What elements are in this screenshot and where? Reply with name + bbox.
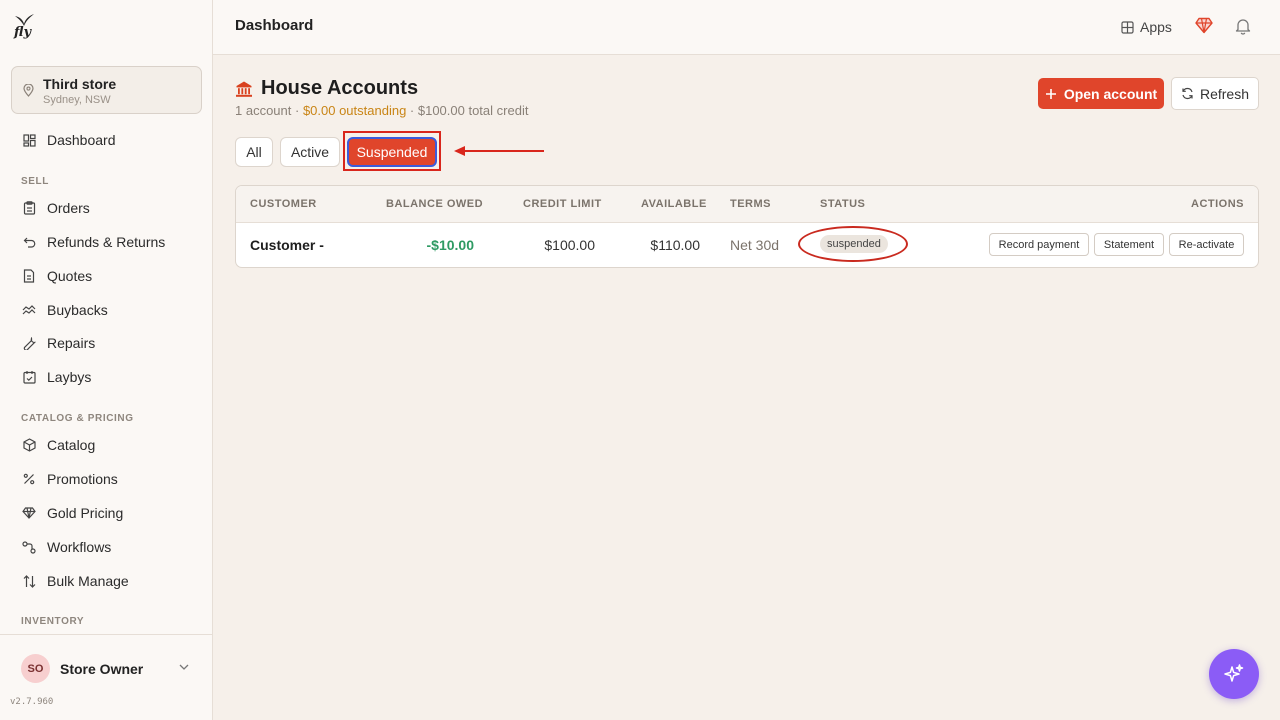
promotions-icon <box>22 472 36 486</box>
sidebar-item-catalog[interactable]: Catalog <box>11 430 202 460</box>
annotation-arrow <box>454 146 544 156</box>
table-header: CUSTOMER BALANCE OWED CREDIT LIMIT AVAIL… <box>236 186 1258 223</box>
sidebar-item-gold-pricing[interactable]: Gold Pricing <box>11 498 202 528</box>
sidebar-item-laybys[interactable]: Laybys <box>11 362 202 392</box>
dashboard-icon <box>22 133 36 147</box>
outstanding-total: $0.00 outstanding <box>302 103 407 118</box>
column-header-actions: ACTIONS <box>1191 198 1244 210</box>
cell-customer: Customer - <box>250 237 324 253</box>
user-menu[interactable]: SO Store Owner v2.7.960 <box>0 634 213 720</box>
logo-text: fly <box>14 25 32 40</box>
sidebar-item-label: Refunds & Returns <box>47 234 166 250</box>
open-account-button[interactable]: Open account <box>1038 78 1164 109</box>
avatar: SO <box>21 654 50 683</box>
sidebar: fly Third store Sydney, NSW Dashboard SE… <box>0 0 213 720</box>
buybacks-icon <box>22 303 36 317</box>
laybys-icon <box>22 370 36 384</box>
orders-icon <box>22 201 36 215</box>
sidebar-item-label: Buybacks <box>47 302 108 318</box>
cell-credit-limit: $100.00 <box>544 237 595 253</box>
sidebar-item-label: Promotions <box>47 471 118 487</box>
page-title: House Accounts <box>261 77 419 99</box>
apps-button[interactable]: Apps <box>1121 15 1172 39</box>
store-name: Third store <box>43 76 117 92</box>
gem-icon[interactable] <box>1195 17 1213 34</box>
column-header-credit-limit: CREDIT LIMIT <box>523 198 602 210</box>
column-header-customer: CUSTOMER <box>250 198 317 210</box>
ai-assistant-button[interactable] <box>1209 649 1259 699</box>
repairs-icon <box>22 336 36 350</box>
plus-icon <box>1045 88 1056 99</box>
cell-terms: Net 30d <box>730 237 780 253</box>
sidebar-item-buybacks[interactable]: Buybacks <box>11 295 202 325</box>
apps-icon <box>1121 20 1134 34</box>
sidebar-item-dashboard[interactable]: Dashboard <box>11 125 202 155</box>
column-header-available: AVAILABLE <box>641 198 707 210</box>
sidebar-item-promotions[interactable]: Promotions <box>11 464 202 494</box>
column-header-terms: TERMS <box>730 198 771 210</box>
sidebar-item-bulk-manage[interactable]: Bulk Manage <box>11 566 202 596</box>
store-selector[interactable]: Third store Sydney, NSW <box>11 66 202 114</box>
sidebar-item-workflows[interactable]: Workflows <box>11 532 202 562</box>
chevron-down-icon <box>179 664 189 670</box>
refresh-label: Refresh <box>1199 85 1250 102</box>
sidebar-item-label: Workflows <box>47 539 112 555</box>
section-label-sell: SELL <box>21 176 49 187</box>
quotes-icon <box>22 269 36 283</box>
section-label-inventory: INVENTORY <box>21 616 85 627</box>
header-title: Dashboard <box>235 17 314 34</box>
sidebar-item-quotes[interactable]: Quotes <box>11 261 202 291</box>
refresh-button[interactable]: Refresh <box>1171 77 1259 110</box>
statement-button[interactable]: Statement <box>1094 233 1164 256</box>
page-subtitle: 1 account · $0.00 outstanding · $100.00 … <box>235 103 528 118</box>
sidebar-item-label: Laybys <box>47 369 92 385</box>
filter-active[interactable]: Active <box>280 137 340 167</box>
catalog-icon <box>22 438 36 452</box>
gold-pricing-icon <box>22 506 36 520</box>
store-pin-icon <box>23 84 34 97</box>
sidebar-item-orders[interactable]: Orders <box>11 193 202 223</box>
user-name: Store Owner <box>60 661 144 677</box>
column-header-status: STATUS <box>820 198 866 210</box>
column-header-balance-owed: BALANCE OWED <box>386 198 484 210</box>
credit-total: · $100.00 total credit <box>406 103 529 118</box>
reactivate-button[interactable]: Re-activate <box>1169 233 1244 256</box>
top-header: Dashboard Apps <box>213 0 1280 55</box>
refunds-icon <box>22 235 36 249</box>
apps-label: Apps <box>1140 19 1172 35</box>
annotation-highlight-box <box>343 131 441 171</box>
refresh-icon <box>1182 87 1193 100</box>
store-location: Sydney, NSW <box>43 94 111 106</box>
bank-icon <box>236 81 252 97</box>
sidebar-item-label: Catalog <box>47 437 96 453</box>
section-label-catalog-pricing: CATALOG & PRICING <box>21 413 134 424</box>
sidebar-item-label: Repairs <box>47 335 96 351</box>
sidebar-item-label: Gold Pricing <box>47 505 124 521</box>
page-title-group: House Accounts <box>235 77 418 100</box>
sidebar-item-label: Dashboard <box>47 132 116 148</box>
cell-balance-owed: -$10.00 <box>426 237 474 253</box>
app-version: v2.7.960 <box>10 697 54 707</box>
cell-available: $110.00 <box>650 237 700 253</box>
workflows-icon <box>22 540 36 554</box>
open-account-label: Open account <box>1063 85 1158 102</box>
sparkle-icon <box>1224 664 1244 682</box>
bulk-manage-icon <box>22 574 36 588</box>
sidebar-item-label: Bulk Manage <box>47 573 129 589</box>
sidebar-item-label: Orders <box>47 200 90 216</box>
bell-icon[interactable] <box>1235 17 1251 35</box>
sidebar-item-repairs[interactable]: Repairs <box>11 328 202 358</box>
account-count: 1 account · <box>235 103 303 118</box>
sidebar-item-refunds-returns[interactable]: Refunds & Returns <box>11 227 202 257</box>
sidebar-item-label: Quotes <box>47 268 93 284</box>
filter-all[interactable]: All <box>235 137 273 167</box>
record-payment-button[interactable]: Record payment <box>989 233 1089 256</box>
annotation-oval <box>798 226 908 262</box>
